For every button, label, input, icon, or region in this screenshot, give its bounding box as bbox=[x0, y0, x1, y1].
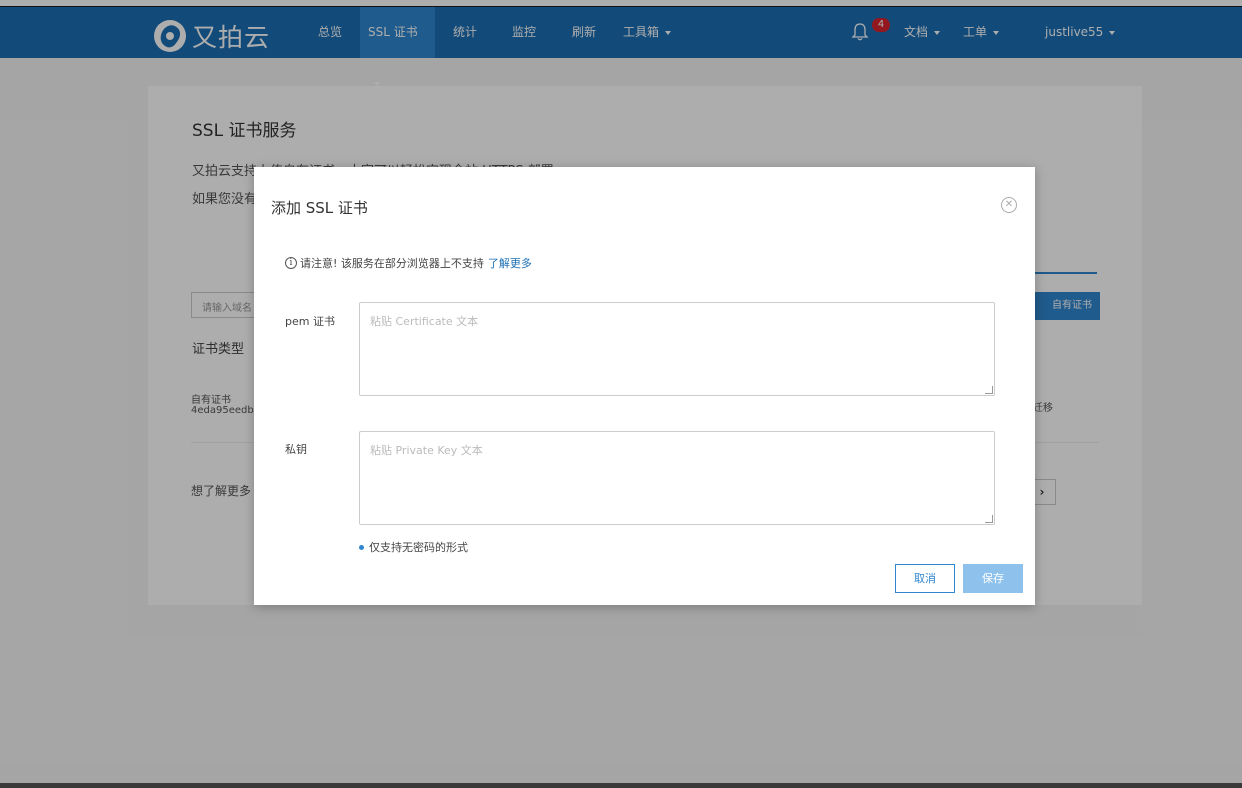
bullet-icon bbox=[359, 544, 364, 550]
hint-text: 仅支持无密码的形式 bbox=[369, 541, 468, 554]
notice-text: 请注意! 该服务在部分浏览器上不支持 bbox=[300, 257, 484, 270]
resize-handle-icon[interactable] bbox=[985, 515, 993, 523]
learn-more-link[interactable]: 了解更多 bbox=[488, 255, 532, 271]
add-ssl-cert-dialog: 添加 SSL 证书 ✕ i 请注意! 该服务在部分浏览器上不支持 了解更多 pe… bbox=[254, 167, 1035, 605]
no-password-hint: 仅支持无密码的形式 bbox=[359, 539, 468, 555]
save-button[interactable]: 保存 bbox=[963, 564, 1023, 593]
cancel-button[interactable]: 取消 bbox=[895, 564, 955, 593]
private-key-label: 私钥 bbox=[285, 443, 307, 456]
browser-notice: i 请注意! 该服务在部分浏览器上不支持 了解更多 bbox=[285, 255, 532, 271]
private-key-textarea[interactable] bbox=[359, 431, 995, 525]
resize-handle-icon[interactable] bbox=[985, 386, 993, 394]
close-icon[interactable]: ✕ bbox=[1001, 197, 1017, 213]
pem-cert-label: pem 证书 bbox=[285, 315, 335, 328]
dialog-title: 添加 SSL 证书 bbox=[271, 199, 368, 217]
taskbar-strip bbox=[0, 783, 1242, 788]
pem-cert-textarea[interactable] bbox=[359, 302, 995, 396]
info-icon: i bbox=[285, 257, 297, 269]
